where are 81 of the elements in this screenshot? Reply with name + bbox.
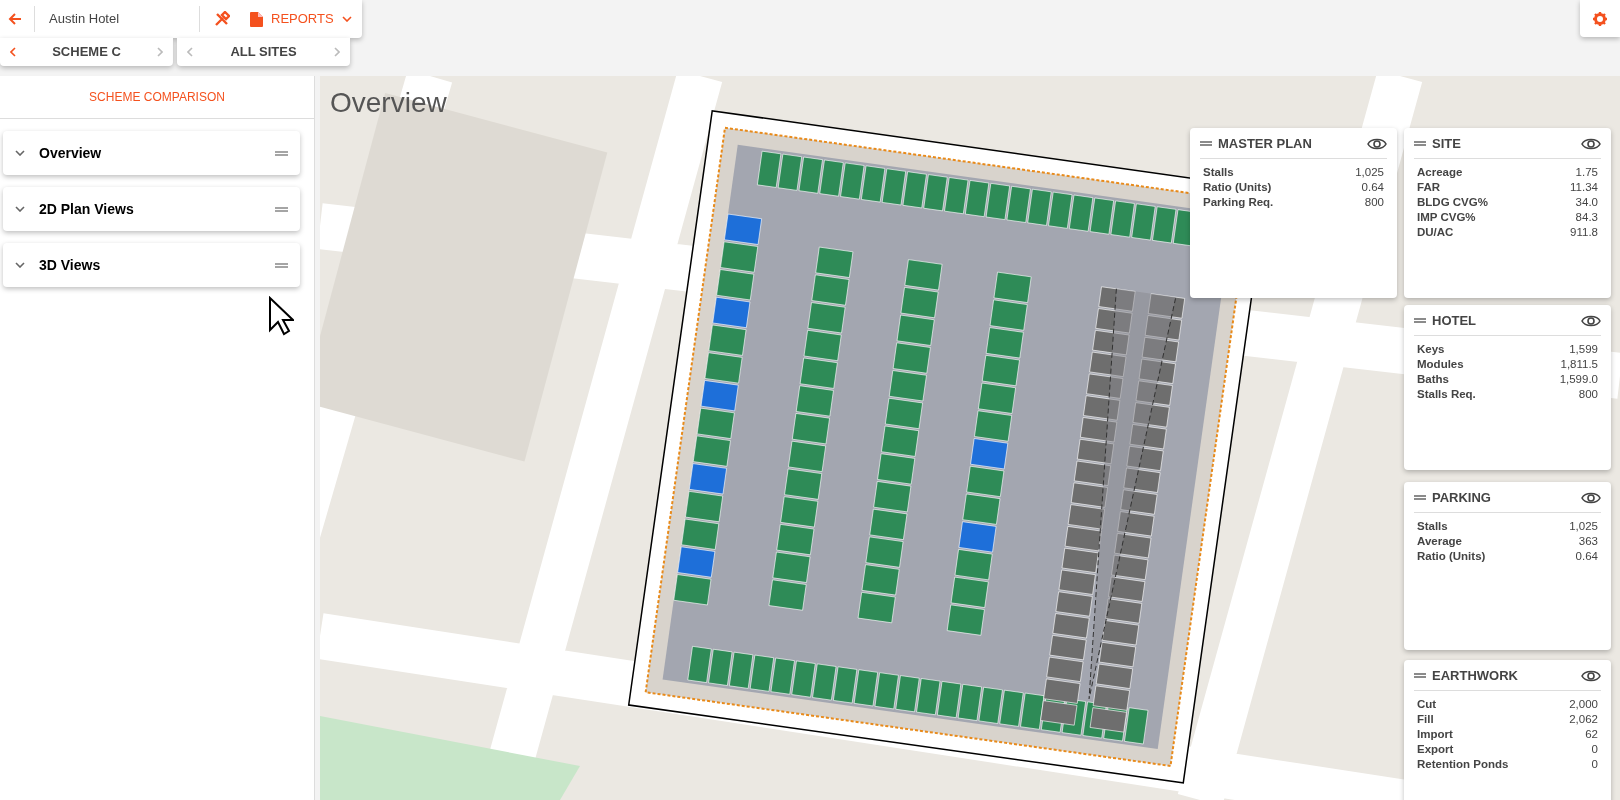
- stat-label: Acreage: [1417, 164, 1463, 180]
- stat-label: BLDG CVG%: [1417, 194, 1488, 210]
- chevron-icon[interactable]: [10, 47, 16, 57]
- stat-value: 800: [1364, 194, 1384, 210]
- caret-icon: [341, 16, 352, 22]
- back-arrow-icon[interactable]: [8, 12, 22, 26]
- selector-label[interactable]: ALL SITES: [230, 42, 297, 62]
- stat-value: 2,000: [1569, 696, 1598, 712]
- drag-handle-icon[interactable]: [275, 262, 288, 268]
- stat-value: 0: [1591, 756, 1598, 772]
- stat-value: 1,599: [1569, 341, 1598, 357]
- accordion-item[interactable]: Overview: [3, 131, 300, 175]
- eye-icon[interactable]: [1581, 668, 1601, 683]
- stat-value: 0: [1591, 741, 1598, 757]
- stat-label: Average: [1417, 533, 1462, 549]
- drag-handle-icon[interactable]: [1414, 495, 1426, 501]
- stat-label: Stalls Req.: [1417, 386, 1476, 402]
- stat-value: 11.34: [1570, 179, 1598, 195]
- stat-label: IMP CVG%: [1417, 209, 1476, 225]
- mouse-pointer-icon: [268, 296, 294, 336]
- stat-label: Stalls: [1203, 164, 1234, 180]
- accordion-item[interactable]: 3D Views: [3, 243, 300, 287]
- project-title: Austin Hotel: [49, 10, 121, 29]
- drag-handle-icon[interactable]: [1200, 141, 1212, 147]
- accordion-item[interactable]: 2D Plan Views: [3, 187, 300, 231]
- stat-value: 2,062: [1569, 711, 1598, 727]
- panel-title: EARTHWORK: [1432, 667, 1519, 685]
- stat-value: 363: [1578, 533, 1598, 549]
- document-icon: [250, 11, 263, 27]
- stat-label: Retention Ponds: [1417, 756, 1509, 772]
- stat-value: 34.0: [1575, 194, 1598, 210]
- settings-icon: [1593, 11, 1607, 26]
- stat-value: 1.75: [1575, 164, 1598, 180]
- stat-value: 62: [1585, 726, 1598, 742]
- drag-handle-icon[interactable]: [1414, 318, 1426, 324]
- stat-label: Ratio (Units): [1417, 548, 1486, 564]
- stat-label: Cut: [1417, 696, 1437, 712]
- drag-handle-icon[interactable]: [275, 206, 288, 212]
- tools-icon[interactable]: [214, 11, 230, 27]
- eye-icon[interactable]: [1581, 136, 1601, 151]
- chevron-icon[interactable]: [157, 47, 163, 57]
- panel-title: SITE: [1432, 135, 1462, 153]
- eye-icon[interactable]: [1367, 136, 1387, 151]
- chevron-icon[interactable]: [334, 47, 340, 57]
- stat-value: 800: [1578, 386, 1598, 402]
- stat-label: Keys: [1417, 341, 1445, 357]
- panel-title: MASTER PLAN: [1218, 135, 1313, 153]
- stat-label: Parking Req.: [1203, 194, 1274, 210]
- stat-value: 911.8: [1570, 224, 1598, 240]
- chevron-icon: [15, 262, 25, 268]
- settings-button[interactable]: [1580, 0, 1620, 37]
- stat-value: 84.3: [1575, 209, 1598, 225]
- stat-label: Export: [1417, 741, 1454, 757]
- eye-icon[interactable]: [1581, 313, 1601, 328]
- stat-label: Baths: [1417, 371, 1449, 387]
- stat-value: 1,025: [1355, 164, 1384, 180]
- stat-label: Import: [1417, 726, 1453, 742]
- stat-label: Modules: [1417, 356, 1464, 372]
- stat-value: 0.64: [1361, 179, 1384, 195]
- eye-icon[interactable]: [1581, 490, 1601, 505]
- stat-value: 0.64: [1575, 548, 1598, 564]
- stat-label: Stalls: [1417, 518, 1448, 534]
- stat-value: 1,811.5: [1560, 356, 1598, 372]
- panel-title: HOTEL: [1432, 312, 1478, 330]
- chevron-icon: [15, 206, 25, 212]
- chevron-icon: [15, 150, 25, 156]
- stat-label: FAR: [1417, 179, 1440, 195]
- stat-label: Fill: [1417, 711, 1434, 727]
- stat-label: Ratio (Units): [1203, 179, 1272, 195]
- panel-title: PARKING: [1432, 489, 1492, 507]
- sidebar-heading: SCHEME COMPARISON: [89, 89, 225, 106]
- drag-handle-icon[interactable]: [1414, 673, 1426, 679]
- stat-value: 1,025: [1569, 518, 1598, 534]
- drag-handle-icon[interactable]: [1414, 141, 1426, 147]
- selector-label[interactable]: SCHEME C: [52, 42, 121, 62]
- chevron-icon[interactable]: [187, 47, 193, 57]
- stat-value: 1,599.0: [1559, 371, 1598, 387]
- stat-label: DU/AC: [1417, 224, 1454, 240]
- drag-handle-icon[interactable]: [275, 150, 288, 156]
- reports-button[interactable]: REPORTS: [250, 9, 352, 29]
- view-title: Overview: [330, 86, 447, 120]
